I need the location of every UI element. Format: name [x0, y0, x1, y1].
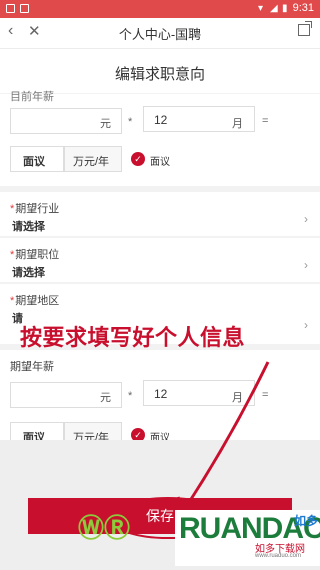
- arrow-line: [182, 361, 270, 511]
- annotation-arrow: [109, 361, 270, 539]
- watermark-banner: RUANDAO 如多 如多下载网 www.ruaduo.com: [175, 510, 320, 566]
- watermark-logo: ⓌⓇ: [78, 513, 131, 543]
- watermark-url: www.ruaduo.com: [255, 553, 302, 559]
- watermark-mini-logo: 如多: [293, 514, 318, 528]
